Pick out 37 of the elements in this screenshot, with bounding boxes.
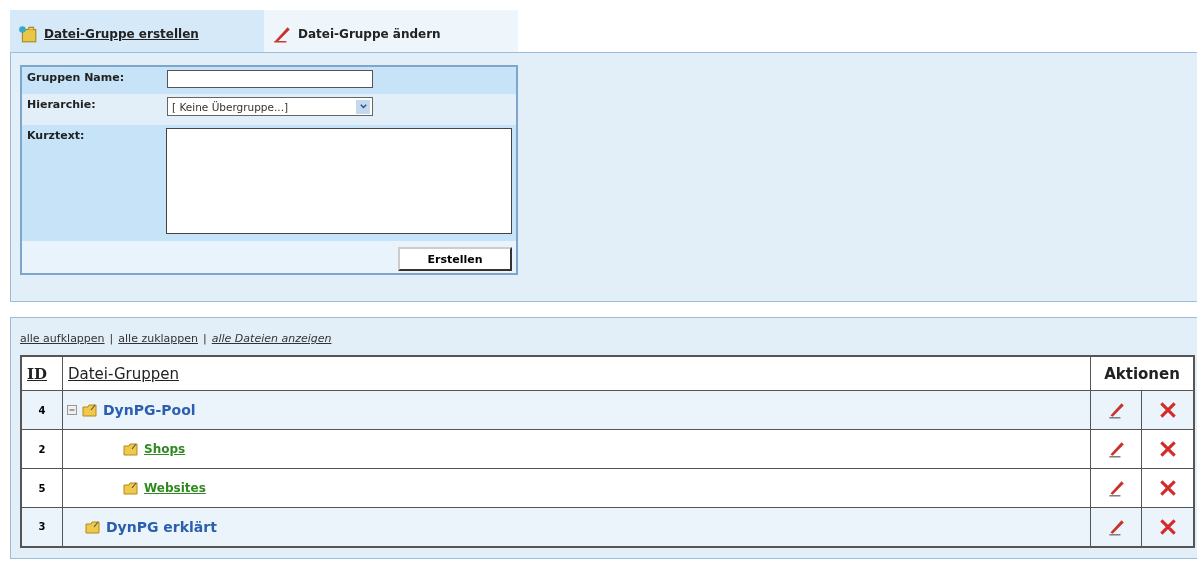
edit-icon[interactable]	[1106, 478, 1127, 498]
pen-icon	[272, 24, 292, 44]
folder-icon	[85, 519, 101, 534]
edit-icon[interactable]	[1106, 439, 1127, 459]
delete-icon[interactable]	[1157, 516, 1178, 537]
edit-icon[interactable]	[1106, 400, 1127, 420]
delete-icon[interactable]	[1157, 400, 1178, 420]
group-link[interactable]: DynPG-Pool	[103, 402, 196, 418]
link[interactable]: alle aufklappen	[20, 332, 105, 345]
new-folder-icon	[18, 24, 38, 44]
folder-icon	[123, 481, 139, 495]
link[interactable]: alle zuklappen	[118, 332, 199, 345]
tab[interactable]: Datei-Gruppe erstellen	[10, 10, 264, 52]
delete-icon[interactable]	[1157, 439, 1178, 459]
field-label: Kurztext:	[22, 125, 166, 241]
tab[interactable]: Datei-Gruppe ändern	[264, 10, 518, 52]
group-link[interactable]: Websites	[144, 481, 206, 495]
collapse-toggle-icon[interactable]	[67, 405, 77, 415]
field-label: Hierarchie:	[26, 97, 97, 113]
field-label: Gruppen Name:	[26, 70, 126, 86]
hierarchy-select[interactable]: [ Keine Übergruppe...]	[167, 97, 373, 116]
link-separator: |	[109, 332, 114, 345]
create-button[interactable]: Erstellen	[398, 247, 512, 271]
column-header[interactable]: ID	[21, 356, 63, 391]
column-header[interactable]: Datei-Gruppen	[62, 356, 1091, 391]
folder-icon	[123, 442, 139, 456]
delete-icon[interactable]	[1157, 478, 1178, 498]
table-cell: 2	[21, 429, 63, 469]
group-link[interactable]: DynPG erklärt	[106, 518, 217, 535]
link[interactable]: alle Dateien anzeigen	[211, 332, 332, 345]
table-cell: 5	[21, 468, 63, 508]
short-text-input[interactable]	[166, 128, 512, 234]
folder-icon	[82, 403, 98, 417]
link-separator: |	[203, 332, 207, 345]
group-link[interactable]: Shops	[144, 442, 186, 456]
table-cell: 4	[21, 390, 63, 430]
name-input[interactable]	[167, 70, 373, 88]
